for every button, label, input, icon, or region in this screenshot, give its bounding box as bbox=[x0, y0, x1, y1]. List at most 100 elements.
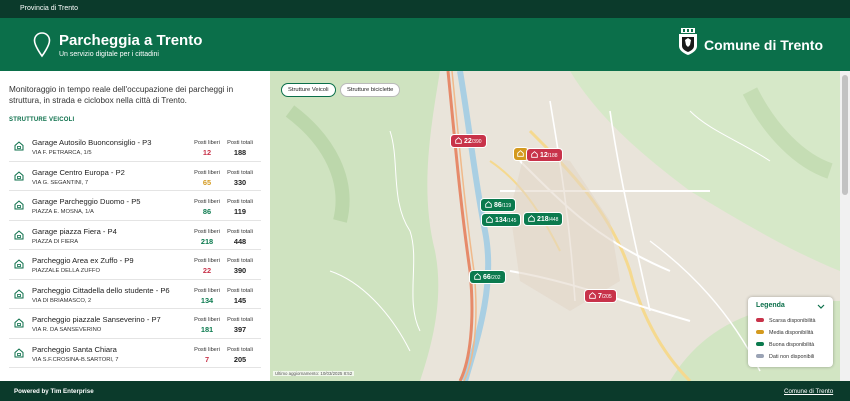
marker-free: 22 bbox=[464, 138, 472, 145]
garage-icon bbox=[528, 215, 535, 222]
scrollbar[interactable] bbox=[840, 71, 850, 381]
legend-swatch bbox=[756, 342, 764, 346]
total-value: 448 bbox=[233, 236, 247, 246]
garage-icon bbox=[486, 216, 493, 223]
map-marker[interactable]: 12/188 bbox=[527, 149, 562, 161]
garage-icon bbox=[589, 292, 596, 299]
garage-icon bbox=[14, 170, 24, 180]
garage-icon bbox=[14, 318, 24, 328]
section-label: STRUTTURE VEICOLI bbox=[9, 117, 75, 123]
parking-address: VIA DI BRIAMASCO, 2 bbox=[32, 297, 92, 304]
free-label: Posti liberi bbox=[194, 258, 220, 264]
total-label: Posti totali bbox=[227, 317, 253, 323]
total-value: 205 bbox=[233, 354, 247, 364]
parking-row[interactable]: Parcheggio Area ex Zuffo - P9 PIAZZALE D… bbox=[9, 250, 261, 280]
free-value: 86 bbox=[202, 207, 212, 216]
footer: Powered by Tim Enterprise Comune di Tren… bbox=[0, 381, 850, 401]
legend-swatch bbox=[756, 318, 764, 322]
total-label: Posti totali bbox=[227, 346, 253, 353]
parking-row[interactable]: Garage Centro Europa - P2 VIA G. SEGANTI… bbox=[9, 162, 261, 191]
free-label: Posti liberi bbox=[194, 346, 220, 353]
free-label: Posti liberi bbox=[194, 287, 220, 294]
map-marker[interactable] bbox=[514, 148, 528, 160]
parking-row[interactable]: Garage Autosilo Buonconsiglio - P3 VIA F… bbox=[9, 132, 261, 162]
marker-total: /119 bbox=[501, 203, 512, 209]
app-subtitle: Un servizio digitale per i cittadini bbox=[59, 51, 159, 58]
free-value: 12 bbox=[202, 148, 212, 157]
last-updated: Ultimo aggiornamento: 10/03/2025 8:52 bbox=[273, 371, 355, 376]
legend-item: Dati non disponibili bbox=[756, 354, 814, 360]
parking-row[interactable]: Parcheggio Cittadella dello studente - P… bbox=[9, 280, 261, 309]
free-label: Posti liberi bbox=[194, 199, 220, 205]
parking-row[interactable]: Garage piazza Fiera - P4 PIAZZA DI FIERA… bbox=[9, 221, 261, 250]
map-marker[interactable]: 86/119 bbox=[481, 199, 516, 211]
tab-strutture-biciclette[interactable]: Strutture biciclette bbox=[340, 83, 401, 97]
parking-name: Parcheggio Santa Chiara bbox=[32, 344, 117, 354]
free-value: 7 bbox=[204, 354, 210, 364]
marker-free: 134 bbox=[495, 217, 507, 224]
total-value: 145 bbox=[233, 295, 247, 305]
parking-row[interactable]: Garage Parcheggio Duomo - P5 PIAZZA E. M… bbox=[9, 191, 261, 221]
free-value: 65 bbox=[202, 177, 212, 187]
marker-total: /202 bbox=[490, 275, 501, 281]
total-label: Posti totali bbox=[227, 140, 253, 146]
map-marker[interactable]: 66/202 bbox=[470, 271, 505, 283]
garage-icon bbox=[455, 137, 462, 144]
garage-icon bbox=[531, 151, 538, 158]
tab-label: Strutture biciclette bbox=[347, 87, 394, 93]
marker-free: 66 bbox=[483, 274, 491, 281]
map-marker[interactable]: 134/145 bbox=[482, 214, 521, 226]
garage-icon bbox=[14, 200, 24, 210]
intro-text: Monitoraggio in tempo reale dell'occupaz… bbox=[9, 85, 234, 105]
parking-address: PIAZZA E. MOSNA, 1/A bbox=[32, 209, 94, 215]
marker-total: /145 bbox=[506, 218, 517, 224]
parking-row[interactable]: Parcheggio piazzale Sanseverino - P7 VIA… bbox=[9, 309, 261, 339]
legend-swatch bbox=[756, 354, 764, 358]
scrollbar-thumb[interactable] bbox=[842, 75, 848, 195]
marker-total: /448 bbox=[548, 217, 559, 223]
garage-icon bbox=[14, 229, 24, 239]
map-marker[interactable]: 7/205 bbox=[585, 290, 616, 302]
parking-name: Parcheggio piazzale Sanseverino - P7 bbox=[32, 315, 161, 324]
marker-total: /188 bbox=[547, 153, 558, 159]
total-label: Posti totali bbox=[227, 169, 253, 176]
garage-icon bbox=[14, 347, 24, 357]
app-title: Parcheggia a Trento bbox=[59, 32, 203, 49]
map-marker[interactable]: 22/390 bbox=[451, 135, 486, 147]
map-view[interactable]: Strutture Veicoli Strutture biciclette 2… bbox=[270, 71, 840, 381]
free-value: 134 bbox=[200, 295, 214, 305]
garage-icon bbox=[14, 288, 24, 298]
total-value: 390 bbox=[233, 266, 247, 275]
free-label: Posti liberi bbox=[194, 140, 220, 146]
legend-panel: Legenda Scarsa disponibilità Media dispo… bbox=[748, 297, 833, 367]
footer-link[interactable]: Comune di Trento bbox=[784, 388, 833, 395]
legend-label: Dati non disponibili bbox=[769, 354, 815, 360]
parking-name: Garage Autosilo Buonconsiglio - P3 bbox=[32, 138, 152, 147]
provincia-link[interactable]: Provincia di Trento bbox=[20, 5, 78, 12]
total-label: Posti totali bbox=[227, 199, 253, 205]
legend-label: Buona disponibilità bbox=[769, 342, 815, 348]
chevron-down-icon[interactable] bbox=[817, 304, 825, 309]
total-value: 188 bbox=[233, 148, 247, 157]
total-value: 119 bbox=[234, 207, 246, 216]
map-marker[interactable]: 218/448 bbox=[524, 213, 563, 225]
legend-swatch bbox=[756, 330, 764, 334]
marker-total: /205 bbox=[601, 294, 612, 300]
legend-item: Buona disponibilità bbox=[756, 342, 814, 348]
parking-address: VIA R. DA SANSEVERINO bbox=[32, 327, 102, 333]
parking-panel: Monitoraggio in tempo reale dell'occupaz… bbox=[0, 71, 270, 381]
parking-list: Garage Autosilo Buonconsiglio - P3 VIA F… bbox=[9, 132, 261, 368]
parking-row[interactable]: Parcheggio Santa Chiara VIA S.F.CROSINA-… bbox=[9, 339, 261, 368]
free-value: 22 bbox=[202, 266, 212, 275]
parking-name: Garage Parcheggio Duomo - P5 bbox=[32, 197, 141, 206]
garage-icon bbox=[474, 273, 481, 280]
free-label: Posti liberi bbox=[194, 317, 220, 323]
tab-strutture-veicoli[interactable]: Strutture Veicoli bbox=[281, 83, 336, 97]
header: Parcheggia a Trento Un servizio digitale… bbox=[0, 18, 850, 71]
legend-label: Scarsa disponibilità bbox=[769, 318, 816, 324]
total-label: Posti totali bbox=[227, 258, 253, 264]
brand-name[interactable]: Comune di Trento bbox=[704, 37, 823, 53]
parking-address: VIA F. PETRARCA, 1/5 bbox=[32, 150, 92, 156]
map-pin-icon bbox=[33, 32, 51, 58]
legend-title: Legenda bbox=[756, 302, 785, 309]
